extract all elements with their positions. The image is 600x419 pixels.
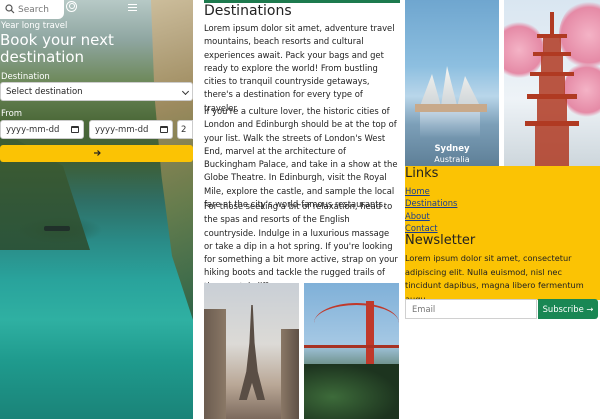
san-francisco-photo[interactable] — [304, 283, 399, 419]
right-column: Sydney Australia Links Home Destinations… — [405, 0, 600, 419]
destinations-section: Destinations Lorem ipsum dolor sit amet,… — [204, 0, 400, 419]
intro-paragraph: Lorem ipsum dolor sit amet, adventure tr… — [204, 23, 395, 113]
calendar-icon — [71, 126, 79, 133]
bridge-tower-shape — [366, 301, 374, 371]
destination-card-sydney[interactable]: Sydney Australia — [405, 0, 499, 166]
building-shape — [204, 309, 226, 419]
to-date-placeholder: yyyy-mm-dd — [95, 125, 149, 135]
calendar-icon — [160, 126, 168, 133]
footer-link-destinations[interactable]: Destinations — [405, 198, 457, 208]
newsletter-title: Newsletter — [405, 233, 476, 248]
from-date-placeholder: yyyy-mm-dd — [6, 125, 60, 135]
user-icon[interactable] — [66, 1, 77, 12]
relaxation-paragraph: For those seeking a bit of relaxation, h… — [204, 201, 398, 291]
menu-icon[interactable] — [128, 4, 137, 11]
footer-link-about[interactable]: About — [405, 211, 430, 221]
card-country-name: Australia — [434, 155, 470, 164]
guests-input[interactable]: 2 — [177, 120, 193, 139]
search-input[interactable]: Search — [0, 0, 64, 19]
building-shape — [281, 329, 299, 419]
destination-card-tokyo[interactable] — [504, 0, 600, 166]
destination-select[interactable]: Select destination — [0, 82, 193, 101]
destination-label: Destination — [1, 72, 50, 82]
foliage-shape — [304, 364, 399, 419]
paris-photo[interactable] — [204, 283, 299, 419]
opera-base-shape — [415, 104, 487, 112]
pagoda-shape — [525, 12, 579, 166]
newsletter-email-input[interactable]: Email — [405, 299, 537, 319]
bridge-cable-shape — [314, 303, 399, 343]
email-placeholder: Email — [412, 304, 436, 314]
footer-panel: Links Home Destinations About Contact Ne… — [405, 166, 600, 304]
footer-link-home[interactable]: Home — [405, 186, 430, 196]
links-title: Links — [405, 166, 439, 181]
subscribe-button[interactable]: Subscribe → — [538, 299, 598, 319]
page-title: Destinations — [204, 3, 292, 19]
hero-section: Search Year long travel Book your next d… — [0, 0, 193, 419]
arrow-right-icon — [93, 150, 101, 156]
hero-title: Book your next destination — [0, 31, 114, 66]
newsletter-text: Lorem ipsum dolor sit amet, consectetur … — [405, 253, 584, 304]
eiffel-tower-shape — [239, 305, 265, 400]
footer-link-contact[interactable]: Contact — [405, 223, 438, 233]
opera-house-shape — [420, 66, 480, 106]
search-submit-button[interactable] — [0, 145, 193, 162]
search-icon — [5, 4, 15, 14]
card-city-name: Sydney — [434, 144, 470, 154]
to-date-input[interactable]: yyyy-mm-dd — [89, 120, 173, 139]
chevron-down-icon — [181, 87, 190, 96]
hero-boat — [44, 226, 70, 231]
hero-tagline: Year long travel — [1, 21, 68, 31]
search-placeholder: Search — [18, 4, 49, 15]
culture-paragraph: If you're a culture lover, the historic … — [204, 106, 398, 210]
from-date-input[interactable]: yyyy-mm-dd — [0, 120, 84, 139]
water-reflection — [420, 112, 480, 138]
guests-value: 2 — [181, 125, 187, 135]
from-label: From — [1, 109, 23, 119]
bridge-deck-shape — [304, 345, 399, 348]
destination-select-value: Select destination — [6, 87, 83, 97]
